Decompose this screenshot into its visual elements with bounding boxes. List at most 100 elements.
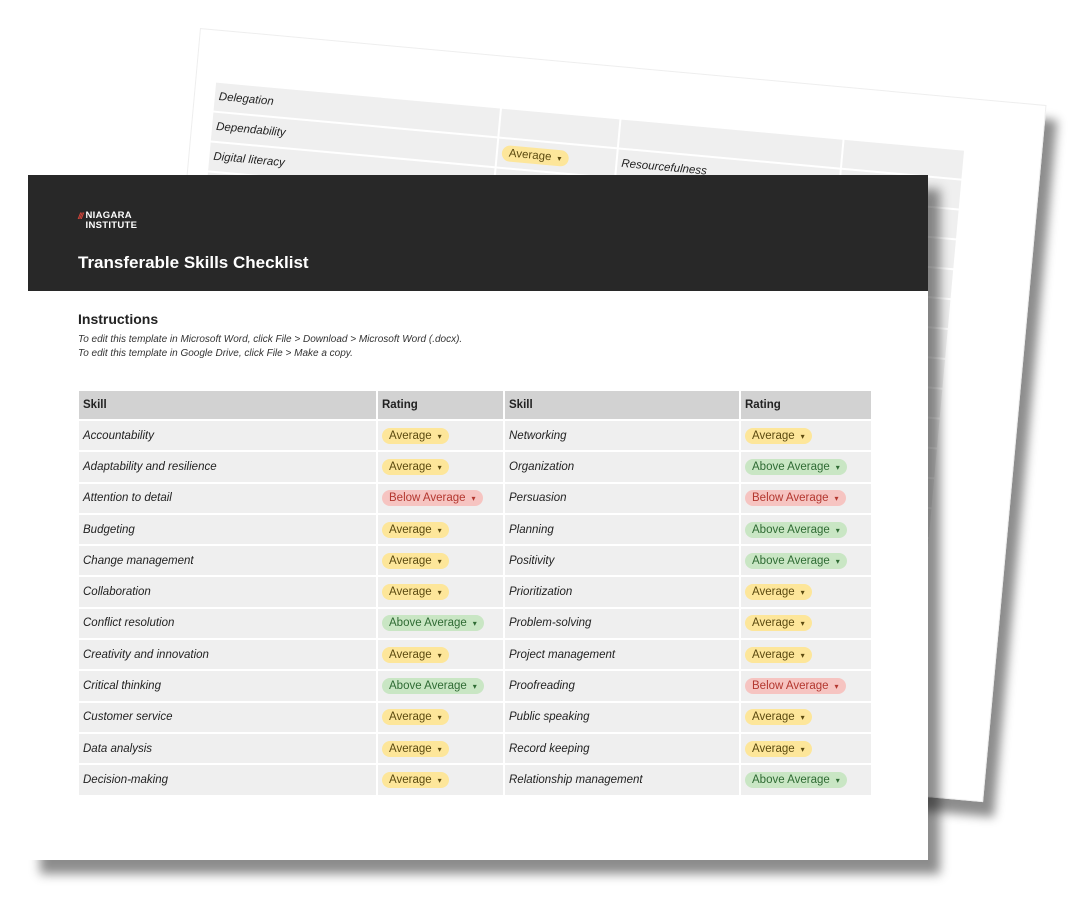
rating-dropdown[interactable]: Average — [382, 521, 449, 538]
header-skill: Skill — [79, 391, 376, 419]
skill-cell: Adaptability and resilience — [79, 452, 376, 482]
header-rating: Rating — [741, 391, 871, 419]
rating-dropdown[interactable]: Average — [382, 427, 449, 444]
rating-dropdown[interactable]: Average — [745, 584, 812, 601]
rating-cell: Average — [378, 452, 503, 482]
rating-dropdown[interactable]: Above Average — [745, 458, 847, 475]
rating-dropdown[interactable]: Average — [745, 709, 812, 726]
rating-cell: Above Average — [741, 546, 871, 576]
rating-cell: Above Average — [741, 514, 871, 545]
skill-cell: Attention to detail — [79, 483, 376, 513]
rating-cell: Average — [378, 702, 503, 732]
instructions: Instructions To edit this template in Mi… — [28, 291, 928, 361]
table-row: Conflict resolution Above Average Problem-… — [79, 608, 871, 639]
page-header: /// NIAGARA INSTITUTE Transferable Skills… — [28, 175, 928, 291]
rating-dropdown[interactable]: Below Average — [745, 490, 846, 507]
rating-cell: Average — [741, 733, 871, 764]
instructions-heading: Instructions — [78, 311, 159, 327]
rating-dropdown[interactable]: Average — [745, 615, 812, 632]
table-row: Decision-making Average Relationship manag… — [79, 765, 871, 795]
rating-dropdown[interactable]: Average — [745, 427, 812, 444]
rating-dropdown[interactable]: Above Average — [745, 771, 847, 788]
rating-cell: Below Average — [741, 671, 871, 701]
rating-dropdown[interactable]: Average — [382, 458, 449, 475]
table-row: Attention to detail Below Average Persuasi… — [79, 483, 871, 513]
table-row: Customer service Average Public speaking Av… — [79, 702, 871, 732]
rating-cell: Below Average — [378, 483, 503, 513]
rating-dropdown[interactable]: Average — [745, 646, 812, 663]
skill-cell: Persuasion — [505, 483, 739, 513]
logo-mark-icon: /// — [78, 211, 83, 221]
skills-table: Skill Rating Skill Rating Accountability… — [77, 389, 873, 797]
skill-cell: Planning — [505, 514, 739, 545]
niagara-institute-logo: /// NIAGARA INSTITUTE — [78, 211, 928, 231]
rating-dropdown[interactable]: Above Average — [382, 615, 484, 632]
rating-cell: Above Average — [378, 671, 503, 701]
rating-cell: Average — [378, 765, 503, 795]
table-row: Creativity and innovation Average Project … — [79, 640, 871, 670]
skill-cell: Customer service — [79, 702, 376, 732]
skill-cell: Decision-making — [79, 765, 376, 795]
table-row: Change management Average Positivity Above … — [79, 546, 871, 576]
rating-dropdown[interactable]: Above Average — [745, 552, 847, 569]
skill-cell: Organization — [505, 452, 739, 482]
skill-cell: Networking — [505, 421, 739, 451]
rating-dropdown[interactable]: Average — [745, 740, 812, 757]
rating-cell: Average — [378, 640, 503, 670]
skill-cell: Problem-solving — [505, 608, 739, 639]
rating-cell: Average — [378, 733, 503, 764]
rating-dropdown[interactable]: Below Average — [382, 490, 483, 507]
skill-cell: Positivity — [505, 546, 739, 576]
skill-cell: Project management — [505, 640, 739, 670]
front-page: /// NIAGARA INSTITUTE Transferable Skills… — [28, 175, 928, 860]
rating-dropdown[interactable]: Average — [382, 709, 449, 726]
skill-cell: Change management — [79, 546, 376, 576]
rating-cell: Average — [741, 421, 871, 451]
rating-cell: Below Average — [741, 483, 871, 513]
table-row: Accountability Average Networking Average — [79, 421, 871, 451]
rating-dropdown[interactable]: Average — [382, 552, 449, 569]
rating-dropdown[interactable]: Average — [501, 144, 570, 167]
rating-cell: Average — [378, 577, 503, 607]
skill-cell: Critical thinking — [79, 671, 376, 701]
skill-cell: Prioritization — [505, 577, 739, 607]
header-skill: Skill — [505, 391, 739, 419]
table-row: Budgeting Average Planning Above Average — [79, 514, 871, 545]
instructions-line-drive: To edit this template in Google Drive, c… — [78, 348, 353, 359]
skill-cell: Collaboration — [79, 577, 376, 607]
rating-dropdown[interactable]: Average — [382, 584, 449, 601]
table-row: Collaboration Average Prioritization Averag… — [79, 577, 871, 607]
skill-cell: Relationship management — [505, 765, 739, 795]
skill-cell: Proofreading — [505, 671, 739, 701]
page-title: Transferable Skills Checklist — [78, 253, 309, 272]
skill-cell: Budgeting — [79, 514, 376, 545]
rating-cell: Above Average — [741, 452, 871, 482]
skill-cell: Public speaking — [505, 702, 739, 732]
rating-dropdown[interactable]: Above Average — [745, 521, 847, 538]
skill-cell: Conflict resolution — [79, 608, 376, 639]
rating-cell: Average — [741, 608, 871, 639]
rating-cell: Average — [741, 702, 871, 732]
skill-cell: Creativity and innovation — [79, 640, 376, 670]
skill-cell: Accountability — [79, 421, 376, 451]
rating-cell: Average — [378, 546, 503, 576]
table-row: Critical thinking Above Average Proofreadi… — [79, 671, 871, 701]
logo-line2: INSTITUTE — [85, 220, 138, 231]
rating-cell: Average — [378, 514, 503, 545]
rating-cell: Average — [741, 577, 871, 607]
rating-cell: Above Average — [378, 608, 503, 639]
rating-cell: Average — [741, 640, 871, 670]
instructions-line-word: To edit this template in Microsoft Word,… — [78, 334, 463, 345]
rating-dropdown[interactable]: Average — [382, 740, 449, 757]
skill-cell: Record keeping — [505, 733, 739, 764]
rating-dropdown[interactable]: Above Average — [382, 678, 484, 695]
rating-dropdown[interactable]: Average — [382, 646, 449, 663]
header-rating: Rating — [378, 391, 503, 419]
skill-cell: Data analysis — [79, 733, 376, 764]
rating-cell: Average — [378, 421, 503, 451]
rating-dropdown[interactable]: Average — [382, 771, 449, 788]
table-row: Adaptability and resilience Average Organi… — [79, 452, 871, 482]
rating-dropdown[interactable]: Below Average — [745, 678, 846, 695]
table-row: Data analysis Average Record keeping Averag… — [79, 733, 871, 764]
rating-cell: Above Average — [741, 765, 871, 795]
